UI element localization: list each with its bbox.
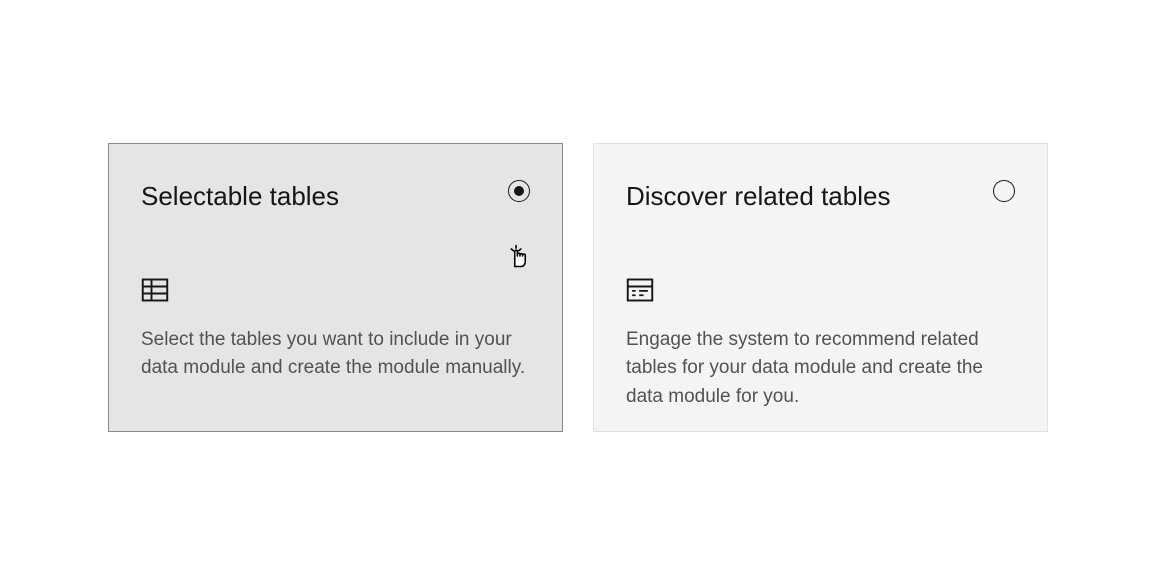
option-card-discover-related[interactable]: Discover related tables Engage the syste… [593,143,1048,432]
data-table-icon [626,276,654,304]
radio-selected[interactable] [508,180,530,202]
option-card-title: Discover related tables [626,180,1015,214]
option-card-selectable-tables[interactable]: Selectable tables Select the tables you … [108,143,563,432]
option-card-title: Selectable tables [141,180,530,214]
table-icon [141,276,169,304]
option-card-group: Selectable tables Select the tables you … [108,143,1048,432]
radio-unselected[interactable] [993,180,1015,202]
option-card-description: Select the tables you want to include in… [141,326,530,383]
pointer-cursor-icon [506,242,534,270]
option-card-description: Engage the system to recommend related t… [626,326,1015,412]
